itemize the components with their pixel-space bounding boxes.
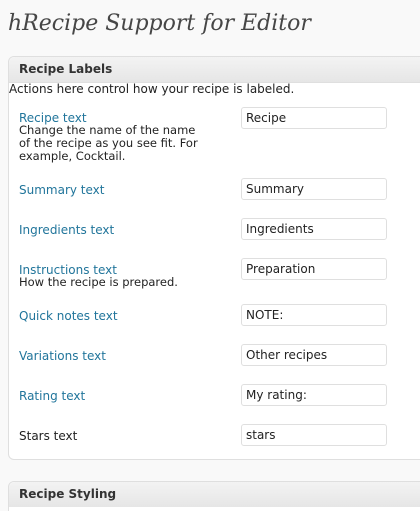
recipe-styling-box: Recipe Styling (8, 481, 420, 511)
variations-text-input[interactable] (241, 344, 387, 366)
instructions-text-description: How the recipe is prepared. (19, 275, 178, 289)
recipe-labels-header[interactable]: Recipe Labels (9, 57, 420, 83)
recipe-styling-header[interactable]: Recipe Styling (9, 482, 420, 507)
stars-text-input[interactable] (241, 424, 387, 446)
recipe-labels-intro: Actions here control how your recipe is … (9, 82, 295, 96)
summary-text-input[interactable] (241, 178, 387, 200)
instructions-text-input[interactable] (241, 258, 387, 280)
ingredients-text-input[interactable] (241, 218, 387, 240)
quick-notes-text-input[interactable] (241, 304, 387, 326)
stars-text-label: Stars text (19, 429, 78, 443)
rating-text-label: Rating text (19, 389, 86, 403)
quick-notes-text-label: Quick notes text (19, 309, 118, 323)
page-title: hRecipe Support for Editor (8, 11, 311, 36)
recipe-labels-box: Recipe Labels Actions here control how y… (8, 56, 420, 460)
rating-text-input[interactable] (241, 384, 387, 406)
recipe-text-input[interactable] (241, 107, 387, 129)
ingredients-text-label: Ingredients text (19, 223, 115, 237)
variations-text-label: Variations text (19, 349, 106, 363)
recipe-text-description: Change the name of the name of the recip… (19, 123, 198, 163)
summary-text-label: Summary text (19, 183, 105, 197)
